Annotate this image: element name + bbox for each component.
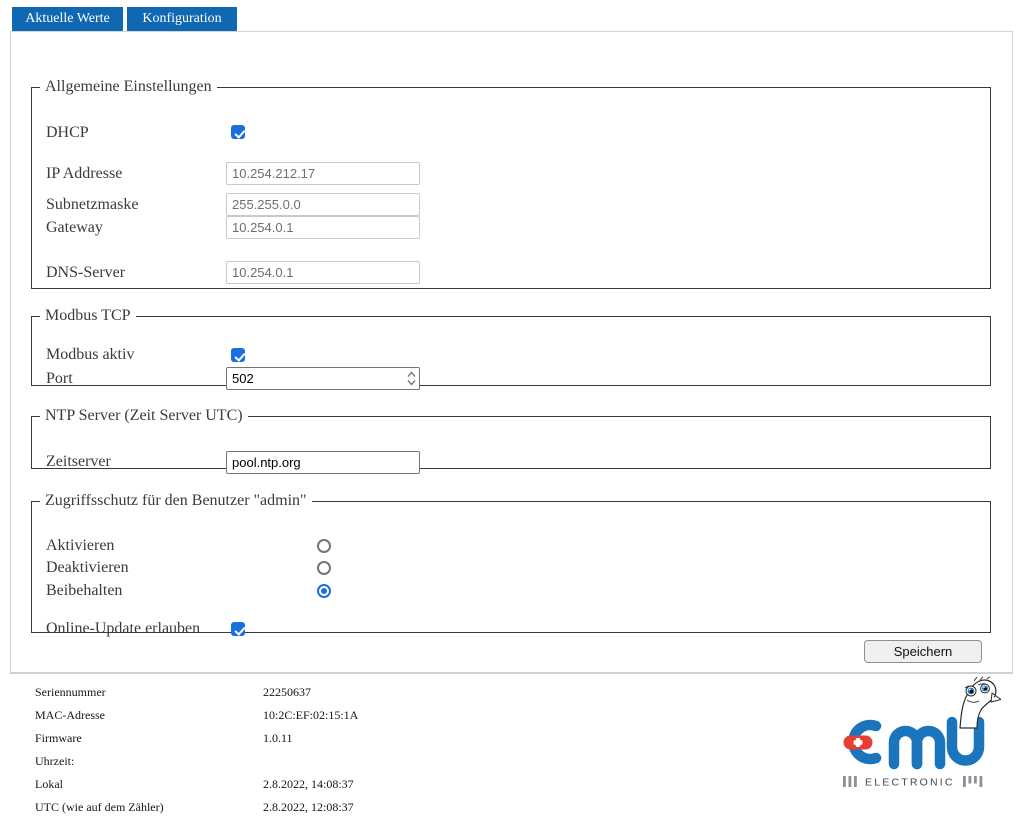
option-deactivate-radio[interactable]	[317, 561, 331, 575]
utc-time-value: 2.8.2022, 12:08:37	[263, 800, 354, 814]
number-spinner-icon[interactable]	[407, 371, 416, 386]
dns-server-label: DNS-Server	[46, 264, 126, 281]
dhcp-label: DHCP	[46, 124, 89, 141]
subnet-mask-input	[226, 193, 420, 216]
ip-address-label: IP Addresse	[46, 165, 123, 182]
firmware-label: Firmware	[35, 731, 82, 745]
port-number-field	[226, 367, 420, 390]
tab-bar: Aktuelle Werte Konfiguration	[12, 7, 237, 31]
footer-row-local-time: Lokal 2.8.2022, 14:08:37	[0, 777, 700, 800]
port-label: Port	[46, 370, 73, 387]
mac-address-value: 10:2C:EF:02:15:1A	[263, 708, 359, 722]
footer-row-utc-time: UTC (wie auf dem Zähler) 2.8.2022, 12:08…	[0, 800, 700, 823]
timeserver-input[interactable]	[226, 451, 420, 474]
footer-row-mac: MAC-Adresse 10:2C:EF:02:15:1A	[0, 708, 700, 731]
gateway-label: Gateway	[46, 219, 103, 236]
local-time-label: Lokal	[35, 777, 63, 791]
dns-server-input	[226, 261, 420, 284]
serial-number-value: 22250637	[263, 685, 311, 699]
footer-row-serial: Seriennummer 22250637	[0, 685, 700, 708]
electronic-tagline-text: ELECTRONIC	[865, 777, 955, 789]
ip-address-input	[226, 162, 420, 185]
subnet-mask-label: Subnetzmaske	[46, 196, 139, 213]
footer-row-uhrzeit: Uhrzeit:	[0, 754, 700, 777]
firmware-value: 1.0.11	[263, 731, 293, 745]
online-update-checkbox[interactable]	[231, 622, 245, 636]
dhcp-checkbox[interactable]	[231, 125, 245, 139]
device-info-footer: Seriennummer 22250637 MAC-Adresse 10:2C:…	[0, 685, 700, 823]
electronic-tagline: ELECTRONIC	[843, 776, 983, 789]
utc-time-label: UTC (wie auf dem Zähler)	[35, 800, 164, 814]
option-activate-label: Aktivieren	[46, 537, 115, 554]
serial-number-label: Seriennummer	[35, 685, 106, 699]
save-button[interactable]: Speichern	[864, 640, 982, 663]
fieldset-general-settings: Allgemeine Einstellungen DHCP IP Address…	[31, 78, 991, 289]
tab-konfiguration[interactable]: Konfiguration	[127, 7, 237, 31]
local-time-value: 2.8.2022, 14:08:37	[263, 777, 354, 791]
gateway-input	[226, 216, 420, 239]
config-page: Aktuelle Werte Konfiguration Allgemeine …	[0, 0, 1024, 833]
option-activate-radio[interactable]	[317, 539, 331, 553]
time-heading-label: Uhrzeit:	[35, 754, 75, 768]
emu-logo: ELECTRONIC	[843, 676, 1001, 789]
general-settings-legend: Allgemeine Einstellungen	[45, 78, 212, 95]
option-keep-label: Beibehalten	[46, 582, 123, 599]
fieldset-access-protection: Zugriffsschutz für den Benutzer "admin" …	[31, 492, 991, 637]
option-deactivate-label: Deaktivieren	[46, 559, 129, 576]
modbus-active-checkbox[interactable]	[231, 348, 245, 362]
access-protection-legend: Zugriffsschutz für den Benutzer "admin"	[45, 492, 307, 509]
swiss-badge-icon	[843, 735, 873, 750]
fieldset-modbus-tcp: Modbus TCP Modbus aktiv Port	[31, 307, 991, 390]
timeserver-label: Zeitserver	[46, 453, 111, 470]
port-input[interactable]	[226, 367, 420, 390]
tab-aktuelle-werte[interactable]: Aktuelle Werte	[12, 7, 123, 31]
mac-address-label: MAC-Adresse	[35, 708, 105, 722]
fieldset-ntp-server: NTP Server (Zeit Server UTC) Zeitserver	[31, 407, 991, 474]
footer-row-firmware: Firmware 1.0.11	[0, 731, 700, 754]
modbus-tcp-legend: Modbus TCP	[45, 307, 131, 324]
modbus-active-label: Modbus aktiv	[46, 346, 135, 363]
config-panel: Allgemeine Einstellungen DHCP IP Address…	[10, 31, 1013, 674]
online-update-label: Online-Update erlauben	[46, 620, 201, 637]
option-keep-radio[interactable]	[317, 584, 331, 598]
ntp-server-legend: NTP Server (Zeit Server UTC)	[45, 407, 243, 424]
